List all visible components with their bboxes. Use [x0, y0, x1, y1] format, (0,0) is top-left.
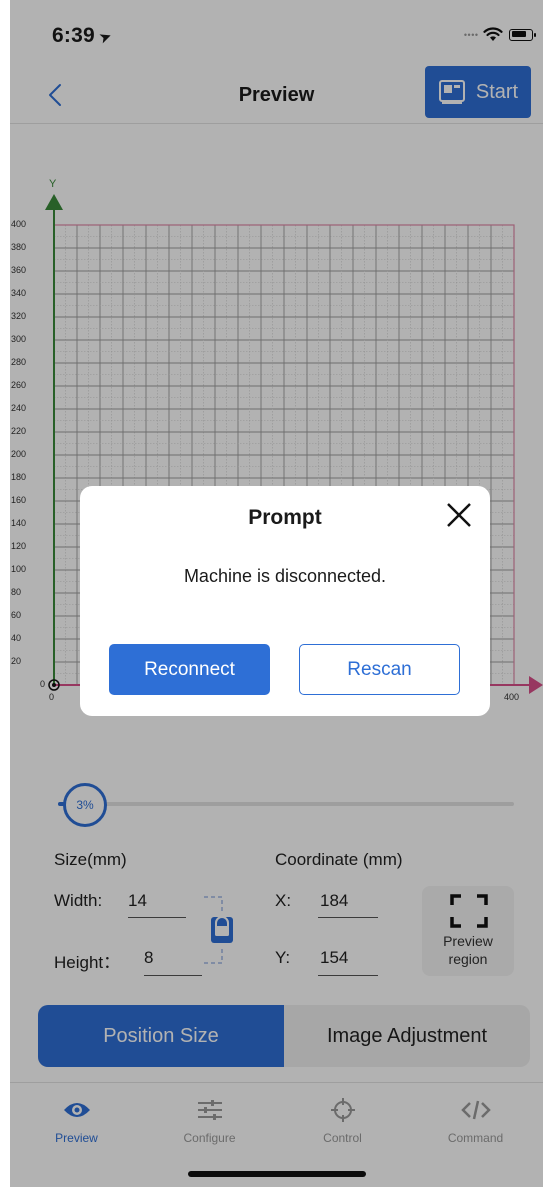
dialog-title: Prompt	[248, 506, 322, 529]
dialog-message: Machine is disconnected.	[183, 566, 387, 586]
prompt-dialog: Prompt Machine is disconnected. Reconnec…	[80, 486, 490, 716]
close-icon	[447, 503, 471, 527]
rescan-button[interactable]: Rescan	[299, 644, 460, 695]
app-screen: 6:39 ➤ • • • • Preview Start Y 400 380 3…	[10, 0, 543, 1187]
dialog-close-button[interactable]	[442, 498, 476, 532]
reconnect-button[interactable]: Reconnect	[109, 644, 270, 695]
